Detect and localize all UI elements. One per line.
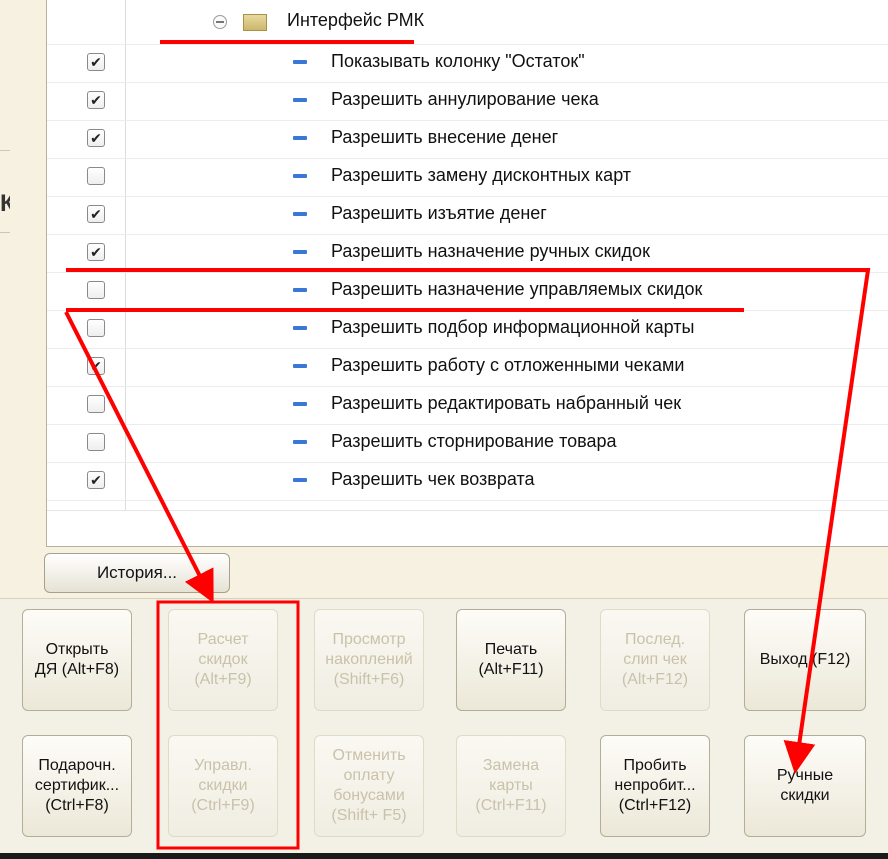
item-icon (293, 478, 307, 482)
row-label: Разрешить работу с отложенными чеками (331, 355, 685, 375)
tree-row[interactable]: ✔ Разрешить назначение ручных скидок (47, 234, 888, 273)
row-label: Разрешить внесение денег (331, 127, 559, 147)
item-icon (293, 250, 307, 254)
cancel-bonus-label: Отменить оплату бонусами (Shift+ F5) (331, 747, 407, 824)
gift-cert-button[interactable]: Подарочн. сертифик... (Ctrl+F8) (22, 735, 132, 837)
checkbox[interactable]: ✔ (87, 357, 105, 375)
open-dya-label: Открыть ДЯ (Alt+F8) (34, 641, 120, 678)
manual-discounts-label: Ручные скидки (776, 767, 834, 804)
exit-label: Выход (F12) (759, 651, 851, 668)
row-label: Разрешить редактировать набранный чек (331, 393, 682, 413)
view-savings-button[interactable]: Просмотр накоплений (Shift+F6) (314, 609, 424, 711)
tree-row[interactable]: Разрешить подбор информационной карты (47, 310, 888, 349)
checkbox[interactable] (87, 281, 105, 299)
checkbox[interactable]: ✔ (87, 205, 105, 223)
item-icon (293, 174, 307, 178)
print-button[interactable]: Печать (Alt+F11) (456, 609, 566, 711)
checkbox[interactable] (87, 395, 105, 413)
last-slip-label: Послед. слип чек (Alt+F12) (621, 631, 689, 688)
tree-empty-area (47, 510, 888, 546)
checkbox[interactable]: ✔ (87, 129, 105, 147)
row-label: Разрешить назначение ручных скидок (331, 241, 650, 261)
tree-row[interactable]: Разрешить назначение управляемых скидок (47, 272, 888, 311)
item-icon (293, 212, 307, 216)
open-dya-button[interactable]: Открыть ДЯ (Alt+F8) (22, 609, 132, 711)
group-label: Интерфейс РМК (287, 10, 425, 30)
print-label: Печать (Alt+F11) (478, 641, 544, 678)
checkbox[interactable] (87, 167, 105, 185)
row-label: Разрешить изъятие денег (331, 203, 547, 223)
action-toolbar: Открыть ДЯ (Alt+F8) Расчет скидок (Alt+F… (0, 598, 888, 854)
item-icon (293, 288, 307, 292)
manual-discounts-button[interactable]: Ручные скидки (744, 735, 866, 837)
row-label: Разрешить чек возврата (331, 469, 535, 489)
tree-row[interactable]: ✔ Разрешить аннулирование чека (47, 82, 888, 121)
tree-row[interactable]: ✔ Разрешить работу с отложенными чеками (47, 348, 888, 387)
collapse-icon[interactable] (213, 15, 227, 29)
row-label: Разрешить аннулирование чека (331, 89, 599, 109)
punch-unpunched-button[interactable]: Пробить непробит... (Ctrl+F12) (600, 735, 710, 837)
tree-row[interactable]: ✔ Показывать колонку "Остаток" (47, 44, 888, 83)
item-icon (293, 402, 307, 406)
tree-row[interactable]: Разрешить сторнирование товара (47, 424, 888, 463)
punch-unpunched-label: Пробить непробит... (Ctrl+F12) (614, 757, 696, 814)
replace-card-label: Замена карты (Ctrl+F11) (475, 757, 547, 814)
managed-discounts-button[interactable]: Управл. скидки (Ctrl+F9) (168, 735, 278, 837)
row-label: Разрешить подбор информационной карты (331, 317, 695, 337)
item-icon (293, 60, 307, 64)
gift-cert-label: Подарочн. сертифик... (Ctrl+F8) (34, 757, 120, 814)
checkbox[interactable] (87, 433, 105, 451)
checkbox[interactable]: ✔ (87, 471, 105, 489)
item-icon (293, 136, 307, 140)
calc-discounts-label: Расчет скидок (Alt+F9) (194, 631, 252, 688)
item-icon (293, 98, 307, 102)
bottom-edge (0, 853, 888, 859)
row-label: Разрешить назначение управляемых скидок (331, 279, 703, 299)
checkbox[interactable]: ✔ (87, 243, 105, 261)
tree-group-rmk-interface[interactable]: Интерфейс РМК (47, 0, 888, 45)
last-slip-button[interactable]: Послед. слип чек (Alt+F12) (600, 609, 710, 711)
folder-icon (243, 14, 267, 31)
view-savings-label: Просмотр накоплений (Shift+F6) (325, 631, 413, 688)
calc-discounts-button[interactable]: Расчет скидок (Alt+F9) (168, 609, 278, 711)
history-button[interactable]: История... (44, 553, 230, 593)
checkbox[interactable] (87, 319, 105, 337)
managed-discounts-label: Управл. скидки (Ctrl+F9) (191, 757, 255, 814)
item-icon (293, 440, 307, 444)
item-icon (293, 326, 307, 330)
row-label: Разрешить замену дисконтных карт (331, 165, 632, 185)
tree-row[interactable]: ✔ Разрешить чек возврата (47, 462, 888, 501)
tree-row[interactable]: ✔ Разрешить внесение денег (47, 120, 888, 159)
tree-row[interactable]: Разрешить замену дисконтных карт (47, 158, 888, 197)
settings-tree: Интерфейс РМК ✔ Показывать колонку "Оста… (46, 0, 888, 547)
replace-card-button[interactable]: Замена карты (Ctrl+F11) (456, 735, 566, 837)
cancel-bonus-button[interactable]: Отменить оплату бонусами (Shift+ F5) (314, 735, 424, 837)
settings-panel: Интерфейс РМК ✔ Показывать колонку "Оста… (10, 0, 888, 598)
checkbox[interactable]: ✔ (87, 53, 105, 71)
row-label: Показывать колонку "Остаток" (331, 51, 585, 71)
checkbox[interactable]: ✔ (87, 91, 105, 109)
tree-row[interactable]: Разрешить редактировать набранный чек (47, 386, 888, 425)
item-icon (293, 364, 307, 368)
tree-row[interactable]: ✔ Разрешить изъятие денег (47, 196, 888, 235)
exit-button[interactable]: Выход (F12) (744, 609, 866, 711)
row-label: Разрешить сторнирование товара (331, 431, 617, 451)
